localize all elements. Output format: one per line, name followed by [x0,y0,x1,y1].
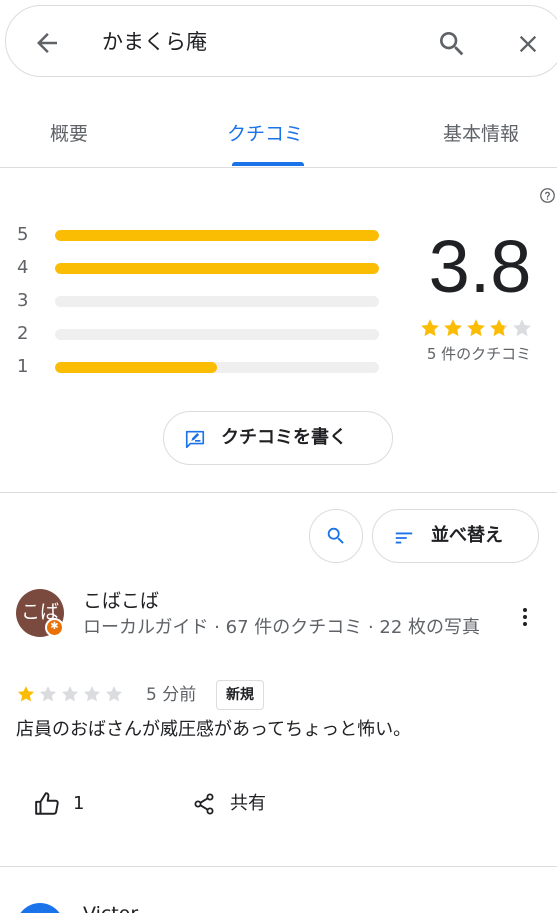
histogram-row: 4 [0,254,390,284]
tab-bar: 概要 クチコミ 基本情報 [0,100,557,168]
write-review-button[interactable]: クチコミを書く [163,411,393,465]
close-icon[interactable] [514,30,542,58]
review-count[interactable]: 5 件のクチコミ [414,343,544,365]
reviewer-name[interactable]: こばこば [83,588,159,614]
star-icon [105,686,123,702]
guide-badge-icon: ✱ [45,618,64,637]
histogram-bar-track [55,230,379,241]
divider [0,866,557,867]
tab-about[interactable]: 基本情報 [443,120,519,148]
histogram-bar-track [55,296,379,307]
histogram-row: 2 [0,320,390,350]
search-bar[interactable]: かまくら庵 [5,5,557,77]
share-button[interactable]: 共有 [188,787,288,821]
star-icon [61,686,79,702]
sort-label: 並べ替え [431,525,503,546]
histogram-bar [55,362,217,373]
like-count: 1 [73,793,85,814]
avatar[interactable] [16,903,64,913]
active-tab-indicator [232,162,304,166]
search-icon [327,527,344,544]
histogram-star-label: 4 [17,257,29,278]
more-vert-icon[interactable] [515,605,535,629]
histogram-row: 5 [0,221,390,251]
histogram-bar-track [55,329,379,340]
histogram-row: 1 [0,353,390,383]
review-text: 店員のおばさんが威圧感があってちょっと怖い。 [16,719,412,740]
thumb-up-icon [35,792,59,815]
search-reviews-button[interactable] [309,509,363,563]
histogram-star-label: 3 [17,290,29,311]
like-button[interactable]: 1 [30,787,100,821]
sort-icon [395,532,413,544]
divider [0,492,557,493]
search-icon[interactable] [436,28,468,60]
histogram-bar-track [55,362,379,373]
search-query[interactable]: かまくら庵 [102,28,207,56]
new-badge: 新規 [216,680,264,710]
star-icon [490,319,508,337]
reviewer-name[interactable]: Victor [83,901,138,913]
share-label: 共有 [230,793,266,814]
star-icon [467,319,485,337]
share-icon [194,793,214,815]
star-icon [421,319,439,337]
histogram-row: 3 [0,287,390,317]
review-stars [16,684,124,704]
tab-reviews[interactable]: クチコミ [227,120,303,148]
write-review-label: クチコミを書く [221,427,347,448]
star-icon [17,686,35,702]
average-rating: 3.8 [428,225,532,308]
help-icon[interactable] [539,187,556,204]
edit-review-icon [185,430,205,449]
star-icon [444,319,462,337]
histogram-star-label: 1 [17,356,29,377]
histogram-star-label: 2 [17,323,29,344]
review-time: 5 分前 [146,685,197,705]
reviewer-meta[interactable]: ローカルガイド · 67 件のクチコミ · 22 枚の写真 [83,615,503,640]
star-icon [39,686,57,702]
sort-button[interactable]: 並べ替え [372,509,539,563]
tab-overview[interactable]: 概要 [50,120,88,148]
histogram-star-label: 5 [17,224,29,245]
average-stars [419,317,533,339]
star-icon [513,319,531,337]
avatar[interactable]: こば ✱ [16,589,64,637]
back-arrow-icon[interactable] [32,28,62,58]
histogram-bar [55,230,379,241]
star-icon [83,686,101,702]
histogram-bar [55,263,379,274]
histogram-bar-track [55,263,379,274]
